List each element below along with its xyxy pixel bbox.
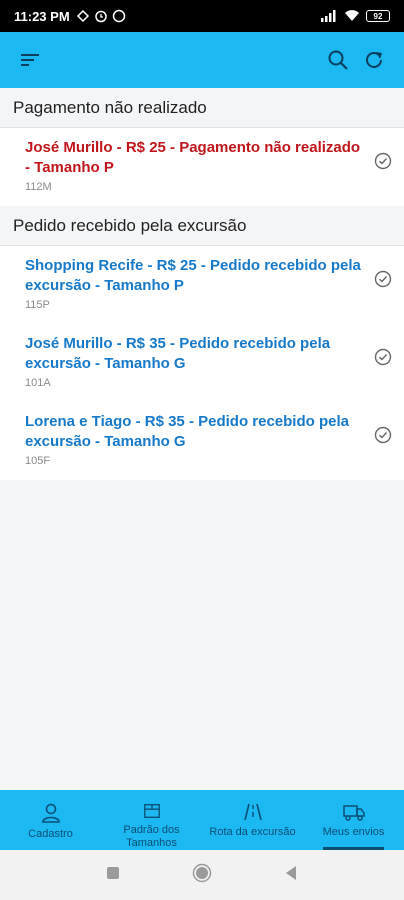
person-icon — [41, 803, 60, 823]
check-circle-icon[interactable] — [362, 334, 392, 366]
nav-rota-excursao[interactable]: Rota da excursão — [202, 790, 303, 850]
check-circle-icon[interactable] — [362, 138, 392, 170]
item-code: 112M — [25, 181, 52, 193]
section-header: Pagamento não realizado — [0, 88, 404, 128]
wifi-icon — [345, 10, 359, 21]
truck-icon — [342, 805, 365, 821]
nav-label: Meus envios — [322, 826, 385, 838]
refresh-icon[interactable] — [356, 42, 392, 78]
menu-icon[interactable] — [12, 42, 48, 78]
home-button[interactable] — [192, 863, 212, 888]
search-icon[interactable] — [320, 42, 356, 78]
data-saver-icon — [76, 9, 89, 23]
signal-icon — [321, 10, 336, 22]
alarm-icon — [94, 10, 107, 23]
list-item[interactable]: Lorena e Tiago - R$ 35 - Pedido recebido… — [0, 402, 404, 480]
section-order-received: Pedido recebido pela excursão Shopping R… — [0, 206, 404, 480]
nav-padrao-tamanhos[interactable]: Padrão dos Tamanhos — [101, 790, 202, 850]
item-code: 115P — [25, 299, 50, 311]
nav-label: Padrão dos Tamanhos — [123, 824, 180, 849]
box-icon — [143, 804, 160, 818]
road-icon — [243, 803, 262, 821]
nav-label: Rota da excursão — [209, 826, 296, 838]
battery-indicator: 92 — [366, 10, 390, 22]
item-title: Lorena e Tiago - R$ 35 - Pedido recebido… — [25, 413, 349, 450]
bottom-navigation: Cadastro Padrão dos Tamanhos Rota da exc… — [0, 790, 404, 850]
section-header: Pedido recebido pela excursão — [0, 206, 404, 246]
item-title: José Murillo - R$ 25 - Pagamento não rea… — [25, 139, 361, 176]
section-payment-pending: Pagamento não realizado José Murillo - R… — [0, 88, 404, 206]
app-bar — [0, 32, 404, 88]
nav-cadastro[interactable]: Cadastro — [0, 790, 101, 850]
item-code: 105F — [25, 455, 51, 467]
orders-list: Pagamento não realizado José Murillo - R… — [0, 88, 404, 790]
item-title: Shopping Recife - R$ 25 - Pedido recebid… — [25, 257, 361, 294]
recent-apps-button[interactable] — [106, 866, 120, 885]
status-time: 11:23 PM — [14, 8, 70, 24]
list-item[interactable]: José Murillo - R$ 35 - Pedido recebido p… — [0, 324, 404, 402]
list-item[interactable]: José Murillo - R$ 25 - Pagamento não rea… — [0, 128, 404, 206]
nav-label: Cadastro — [28, 828, 73, 840]
back-button[interactable] — [284, 865, 298, 886]
list-item[interactable]: Shopping Recife - R$ 25 - Pedido recebid… — [0, 246, 404, 324]
item-title: José Murillo - R$ 35 - Pedido recebido p… — [25, 335, 331, 372]
system-navigation-bar — [0, 850, 404, 900]
check-circle-icon[interactable] — [362, 412, 392, 444]
nav-meus-envios[interactable]: Meus envios — [303, 790, 404, 850]
check-circle-icon[interactable] — [362, 256, 392, 288]
whatsapp-icon — [112, 9, 125, 23]
item-code: 101A — [25, 377, 51, 389]
status-bar: 11:23 PM 92 — [0, 0, 404, 32]
